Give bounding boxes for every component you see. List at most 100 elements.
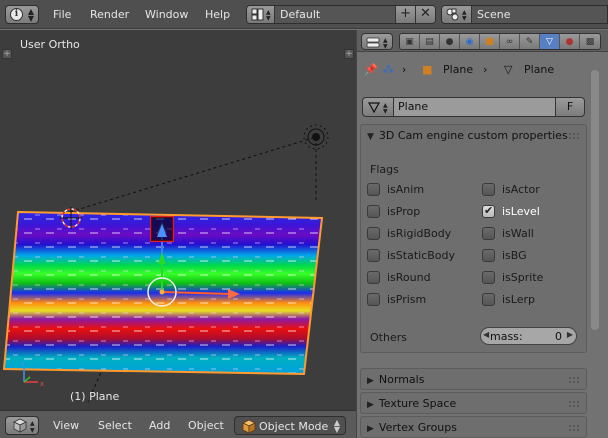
mesh-name-field[interactable]: Plane <box>393 97 556 117</box>
panel-title: Vertex Groups <box>378 421 457 434</box>
remove-layout-button[interactable]: ✕ <box>415 6 435 23</box>
info-icon: i <box>10 8 23 21</box>
interaction-mode-selector[interactable]: Object Mode ▲ ▼ <box>234 416 346 435</box>
mesh-data-icon: ▽ <box>546 36 553 47</box>
menu-add[interactable]: Add <box>149 419 170 432</box>
checkbox-iswall[interactable] <box>482 227 495 240</box>
normals-panel-header[interactable]: ▶ Normals <box>361 369 586 391</box>
scene-browse-button[interactable]: ▲ ▼ <box>442 6 472 23</box>
tab-render[interactable]: ▣ <box>400 34 420 49</box>
scene-name-field[interactable]: Scene <box>472 6 511 23</box>
mesh-browse-button[interactable]: ▲ ▼ <box>362 97 394 117</box>
texture-icon: ▩ <box>585 36 595 47</box>
layout-browse-button[interactable]: ▲ ▼ <box>247 6 275 23</box>
tab-modifiers[interactable]: ✎ <box>520 34 540 49</box>
svg-text:z: z <box>21 360 25 368</box>
others-label: Others <box>370 331 407 344</box>
triangle-right-icon: ▶ <box>367 400 374 410</box>
menu-object[interactable]: Object <box>188 419 224 432</box>
mesh-data-icon: ▲ ▼ <box>367 102 388 115</box>
editor-type-button[interactable]: i ▲ ▼ <box>5 5 39 24</box>
vertex-groups-panel[interactable]: ▶ Vertex Groups <box>360 416 587 438</box>
render-layers-icon: ▤ <box>425 36 434 47</box>
checkbox-label: isStaticBody <box>387 249 456 262</box>
checkbox-isprop[interactable] <box>367 205 380 218</box>
toolshelf-toggle[interactable]: + <box>2 49 12 59</box>
checkbox-label: isActor <box>502 183 540 196</box>
checkbox-label: isPrism <box>387 293 427 306</box>
vertex-groups-panel-header[interactable]: ▶ Vertex Groups <box>361 417 586 438</box>
checkbox-isactor[interactable] <box>482 183 495 196</box>
texture-space-panel[interactable]: ▶ Texture Space <box>360 392 587 414</box>
tab-constraints[interactable]: ∞ <box>500 34 520 49</box>
cube-editor-icon: ▲ ▼ <box>13 418 35 434</box>
checkbox-isbg[interactable] <box>482 249 495 262</box>
checkbox-isrigidbody[interactable] <box>367 227 380 240</box>
menu-window[interactable]: Window <box>145 8 188 21</box>
checkbox-isanim[interactable] <box>367 183 380 196</box>
view-label: User Ortho <box>20 38 80 51</box>
wrench-icon: ✎ <box>525 36 534 47</box>
properties-toggle[interactable]: + <box>344 49 354 59</box>
add-layout-button[interactable]: + <box>395 6 415 23</box>
drag-grip-icon[interactable] <box>568 400 580 408</box>
svg-text:▼: ▼ <box>383 108 388 115</box>
menu-help[interactable]: Help <box>205 8 230 21</box>
menu-view[interactable]: View <box>53 419 79 432</box>
svg-text:▲: ▲ <box>30 420 35 427</box>
menu-render[interactable]: Render <box>90 8 129 21</box>
mesh-data-icon: ▽ <box>504 63 513 76</box>
context-tabs: ▣ ▤ ● ◉ ■ ∞ ✎ ▽ ● ▩ <box>399 33 601 50</box>
svg-text:▼: ▼ <box>383 43 388 50</box>
properties-editor-type-button[interactable]: ▲ ▼ <box>361 33 393 50</box>
tab-world[interactable]: ◉ <box>460 34 480 49</box>
mass-number-field[interactable]: ◀ mass: 0 ▶ <box>480 327 577 345</box>
drag-grip-icon[interactable] <box>568 376 580 384</box>
drag-grip-icon[interactable] <box>568 424 580 432</box>
tab-material[interactable]: ● <box>560 34 580 49</box>
checkbox-label: isSprite <box>502 271 544 284</box>
tab-mesh-data[interactable]: ▽ <box>540 34 560 49</box>
checkbox-isstaticbody[interactable] <box>367 249 380 262</box>
viewport-editor-type-button[interactable]: ▲ ▼ <box>5 416 39 435</box>
checkbox-islerp[interactable] <box>482 293 495 306</box>
properties-scrollbar[interactable] <box>591 70 599 330</box>
svg-text:▼: ▼ <box>30 427 35 434</box>
3d-viewport[interactable]: x z User Ortho (1) Plane + + <box>0 30 356 410</box>
custom-properties-panel-header[interactable]: ▼ 3D Cam engine custom properties <box>361 125 586 147</box>
menu-file[interactable]: File <box>53 8 71 21</box>
flags-label: Flags <box>370 163 399 176</box>
constraint-icon: ∞ <box>505 36 514 47</box>
checkbox-label: isAnim <box>387 183 425 196</box>
checkbox-label: isBG <box>502 249 527 262</box>
tab-object[interactable]: ■ <box>480 34 500 49</box>
updown-arrows-icon: ▲ ▼ <box>333 418 340 434</box>
tab-scene[interactable]: ● <box>440 34 460 49</box>
normals-panel[interactable]: ▶ Normals <box>360 368 587 390</box>
top-header: i ▲ ▼ File Render Window Help ▲ ▼ Default… <box>0 0 608 29</box>
properties-editor: ▲ ▼ ▣ ▤ ● ◉ ■ ∞ ✎ ▽ ● ▩ 📌 ⁂ › ■ Plane › … <box>356 30 608 438</box>
drag-grip-icon[interactable] <box>568 132 580 140</box>
panel-title: Normals <box>378 373 425 386</box>
breadcrumb: 📌 ⁂ › ■ Plane › ▽ Plane <box>357 56 608 80</box>
checkbox-label: isLerp <box>502 293 535 306</box>
mass-value: 0 <box>555 330 562 343</box>
checkbox-isround[interactable] <box>367 271 380 284</box>
texture-space-panel-header[interactable]: ▶ Texture Space <box>361 393 586 415</box>
decrement-arrow-icon[interactable]: ◀ <box>483 330 489 339</box>
tab-render-layers[interactable]: ▤ <box>420 34 440 49</box>
scene-small-icon: ⁂ <box>383 63 394 76</box>
fake-user-button[interactable]: F <box>555 97 585 117</box>
tab-texture[interactable]: ▩ <box>580 34 600 49</box>
mode-label: Object Mode <box>259 420 329 433</box>
world-icon: ◉ <box>465 36 474 47</box>
lamp-object[interactable] <box>303 124 329 150</box>
menu-select[interactable]: Select <box>98 419 132 432</box>
checkbox-isprism[interactable] <box>367 293 380 306</box>
layout-name-field[interactable]: Default <box>275 6 395 23</box>
pin-icon[interactable]: 📌 <box>364 63 378 76</box>
checkbox-issprite[interactable] <box>482 271 495 284</box>
increment-arrow-icon[interactable]: ▶ <box>567 330 573 339</box>
custom-properties-panel: ▼ 3D Cam engine custom properties Flags i… <box>360 124 587 353</box>
checkbox-islevel[interactable] <box>482 204 495 218</box>
